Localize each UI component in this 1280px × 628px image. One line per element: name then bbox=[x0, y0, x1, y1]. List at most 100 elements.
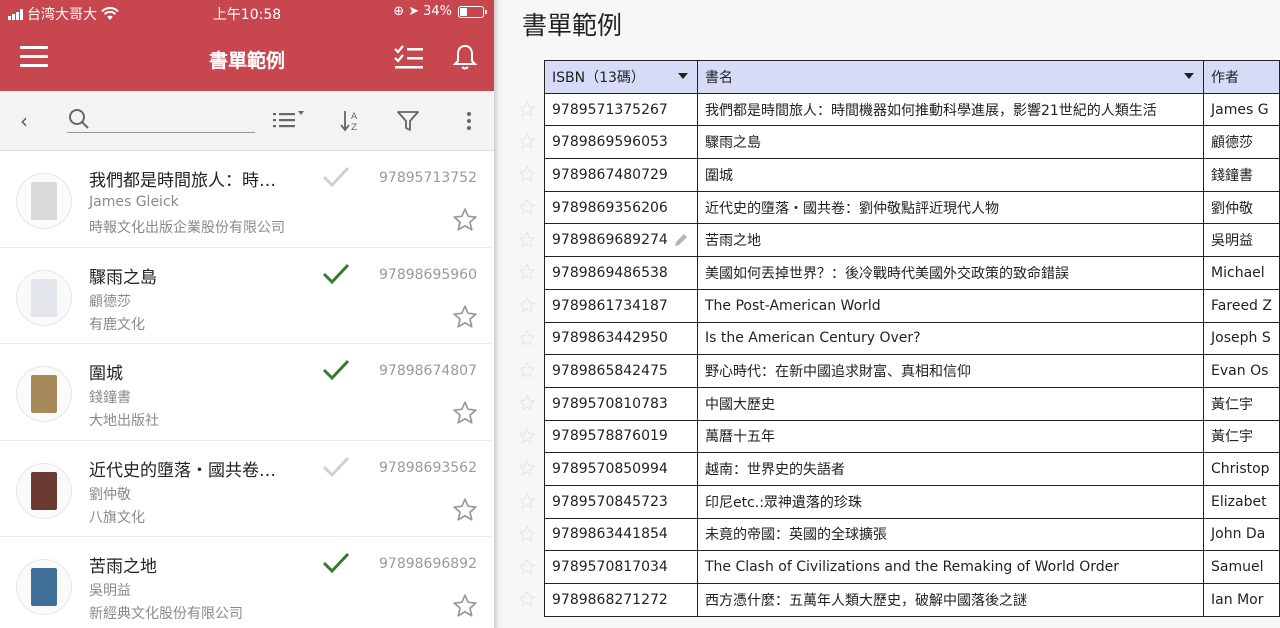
isbn-cell[interactable]: 9789861734187 bbox=[544, 288, 698, 323]
book-title: 圍城 bbox=[89, 364, 123, 384]
isbn-cell[interactable]: 9789867480729 bbox=[544, 158, 698, 192]
list-sort-icon[interactable] bbox=[273, 109, 305, 133]
star-outline-icon[interactable] bbox=[518, 492, 536, 510]
star-outline-icon[interactable] bbox=[518, 427, 536, 445]
search-icon[interactable] bbox=[67, 107, 91, 131]
book-list-item[interactable]: 苦雨之地 吳明益 新經典文化股份有限公司 97898696892 bbox=[0, 537, 494, 628]
star-outline-icon[interactable] bbox=[452, 497, 478, 523]
author-cell[interactable]: Elizabet bbox=[1203, 484, 1280, 519]
star-outline-icon[interactable] bbox=[518, 198, 536, 216]
title-cell[interactable]: The Clash of Civilizations and the Remak… bbox=[696, 550, 1205, 584]
book-list-item[interactable]: 近代史的墮落・國共卷… 劉仲敬 八旗文化 97898693562 bbox=[0, 440, 494, 537]
star-outline-icon[interactable] bbox=[518, 231, 536, 249]
author-cell[interactable]: Evan Os bbox=[1203, 354, 1280, 388]
isbn-cell[interactable]: 9789869486538 bbox=[544, 256, 698, 290]
author-cell[interactable]: 顧德莎 bbox=[1203, 125, 1280, 160]
author-cell[interactable]: Ian Mor bbox=[1203, 583, 1280, 617]
star-outline-icon[interactable] bbox=[518, 263, 536, 281]
author-cell[interactable]: 黃仁宇 bbox=[1203, 386, 1280, 421]
isbn-cell[interactable]: 9789570810783 bbox=[544, 386, 698, 421]
isbn-cell[interactable]: 9789865842475 bbox=[544, 354, 698, 388]
more-vert-icon[interactable] bbox=[465, 109, 473, 133]
title-cell[interactable]: 近代史的墮落・國共卷：劉仲敬點評近現代人物 bbox=[696, 190, 1205, 225]
title-cell[interactable]: Is the American Century Over? bbox=[696, 321, 1205, 356]
author-cell[interactable]: 錢鐘書 bbox=[1203, 158, 1280, 192]
author-cell[interactable]: 劉仲敬 bbox=[1203, 190, 1280, 225]
author-cell[interactable]: 吳明益 bbox=[1203, 223, 1280, 258]
table-row: 9789570850994 越南：世界史的失語者 Christop bbox=[544, 452, 1280, 486]
title-cell[interactable]: 中國大歷史 bbox=[696, 386, 1205, 421]
isbn-cell[interactable]: 9789570845723 bbox=[544, 484, 698, 519]
author-cell[interactable]: John Da bbox=[1203, 517, 1280, 552]
isbn-cell[interactable]: 9789868271272 bbox=[544, 583, 698, 617]
title-cell[interactable]: 越南：世界史的失語者 bbox=[696, 452, 1205, 486]
bell-icon[interactable] bbox=[452, 43, 478, 71]
pencil-icon[interactable] bbox=[673, 232, 689, 248]
book-list-item[interactable]: 我們都是時間旅人：時… James Gleick 時報文化出版企業股份有限公司 978… bbox=[0, 151, 494, 248]
title-cell[interactable]: 美國如何丟掉世界？：後冷戰時代美國外交政策的致命錯誤 bbox=[696, 256, 1205, 290]
star-outline-icon[interactable] bbox=[518, 361, 536, 379]
isbn-cell[interactable]: 9789869356206 bbox=[544, 190, 698, 225]
star-outline-icon[interactable] bbox=[518, 459, 536, 477]
book-list-item[interactable]: 圍城 錢鐘書 大地出版社 97898674807 bbox=[0, 344, 494, 441]
isbn-cell[interactable]: 9789571375267 bbox=[544, 92, 698, 127]
author-cell[interactable]: Samuel bbox=[1203, 550, 1280, 584]
search-input[interactable] bbox=[95, 109, 253, 131]
sort-alpha-icon[interactable]: A Z bbox=[340, 109, 362, 133]
column-header[interactable]: 作者 bbox=[1203, 60, 1280, 94]
filter-icon[interactable] bbox=[396, 109, 420, 133]
author-cell[interactable]: Fareed Z bbox=[1203, 288, 1280, 323]
star-outline-icon[interactable] bbox=[452, 207, 478, 233]
checklist-icon[interactable] bbox=[393, 44, 425, 72]
book-list-item[interactable]: 驟雨之島 顧德莎 有鹿文化 97898695960 bbox=[0, 247, 494, 344]
author-cell[interactable]: Michael bbox=[1203, 256, 1280, 290]
title-cell[interactable]: 圍城 bbox=[696, 158, 1205, 192]
book-publisher: 新經典文化股份有限公司 bbox=[89, 606, 243, 622]
dropdown-arrow-icon[interactable] bbox=[1184, 73, 1195, 79]
battery-level bbox=[460, 7, 467, 16]
star-outline-icon[interactable] bbox=[452, 593, 478, 619]
check-icon[interactable] bbox=[322, 455, 350, 479]
author-cell[interactable]: James G bbox=[1203, 92, 1280, 127]
title-cell[interactable]: 西方憑什麼：五萬年人類大歷史，破解中國落後之謎 bbox=[696, 583, 1205, 617]
title-cell[interactable]: The Post-American World bbox=[696, 288, 1205, 323]
star-outline-icon[interactable] bbox=[518, 525, 536, 543]
isbn-cell[interactable]: 9789869689274 bbox=[544, 223, 698, 258]
star-outline-icon[interactable] bbox=[518, 394, 536, 412]
isbn-cell[interactable]: 9789863442950 bbox=[544, 321, 698, 356]
table-row: 9789869356206 近代史的墮落・國共卷：劉仲敬點評近現代人物 劉仲敬 bbox=[544, 190, 1280, 225]
star-outline-icon[interactable] bbox=[518, 100, 536, 118]
title-cell[interactable]: 未竟的帝國：英國的全球擴張 bbox=[696, 517, 1205, 552]
star-outline-icon[interactable] bbox=[518, 558, 536, 576]
title-cell[interactable]: 萬曆十五年 bbox=[696, 419, 1205, 454]
author-cell[interactable]: Joseph S bbox=[1203, 321, 1280, 356]
book-author: 劉仲敬 bbox=[89, 486, 131, 503]
dropdown-arrow-icon[interactable] bbox=[677, 73, 688, 79]
check-icon[interactable] bbox=[322, 358, 350, 382]
column-header[interactable]: ISBN（13碼） bbox=[544, 60, 698, 94]
author-cell[interactable]: 黃仁宇 bbox=[1203, 419, 1280, 454]
title-cell[interactable]: 印尼etc.:眾神遺落的珍珠 bbox=[696, 484, 1205, 519]
star-outline-icon[interactable] bbox=[518, 296, 536, 314]
title-cell[interactable]: 我們都是時間旅人：時間機器如何推動科學進展，影響21世紀的人類生活 bbox=[696, 92, 1205, 127]
title-cell[interactable]: 苦雨之地 bbox=[696, 223, 1205, 258]
star-outline-icon[interactable] bbox=[452, 400, 478, 426]
title-cell[interactable]: 野心時代：在新中國追求財富、真相和信仰 bbox=[696, 354, 1205, 388]
star-outline-icon[interactable] bbox=[518, 590, 536, 608]
check-icon[interactable] bbox=[322, 262, 350, 286]
column-header[interactable]: 書名 bbox=[696, 60, 1205, 94]
isbn-cell[interactable]: 9789578876019 bbox=[544, 419, 698, 454]
isbn-cell[interactable]: 9789863441854 bbox=[544, 517, 698, 552]
star-outline-icon[interactable] bbox=[518, 165, 536, 183]
isbn-cell[interactable]: 9789570817034 bbox=[544, 550, 698, 584]
check-icon[interactable] bbox=[322, 165, 350, 189]
star-outline-icon[interactable] bbox=[518, 132, 536, 150]
chevron-left-icon[interactable]: ‹ bbox=[20, 109, 28, 133]
star-outline-icon[interactable] bbox=[518, 329, 536, 347]
title-cell[interactable]: 驟雨之島 bbox=[696, 125, 1205, 160]
isbn-cell[interactable]: 9789869596053 bbox=[544, 125, 698, 160]
star-outline-icon[interactable] bbox=[452, 304, 478, 330]
check-icon[interactable] bbox=[322, 551, 350, 575]
isbn-cell[interactable]: 9789570850994 bbox=[544, 452, 698, 486]
author-cell[interactable]: Christop bbox=[1203, 452, 1280, 486]
